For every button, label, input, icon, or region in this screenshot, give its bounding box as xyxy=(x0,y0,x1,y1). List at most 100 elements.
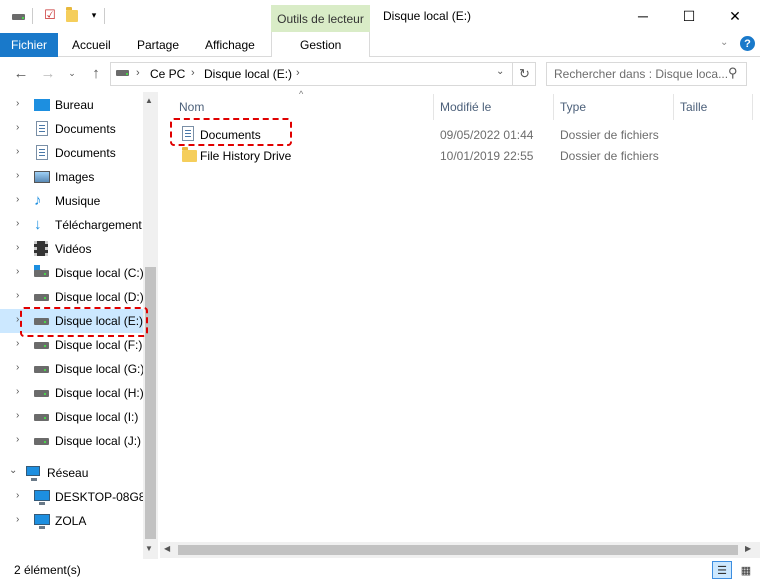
highlight-box xyxy=(20,307,148,337)
new-folder-icon[interactable] xyxy=(64,7,80,23)
scroll-left-icon[interactable]: ◀ xyxy=(164,544,170,553)
drive-icon xyxy=(34,385,50,401)
nav-item-label: Disque local (I:) xyxy=(55,410,139,424)
refresh-icon[interactable]: ↻ xyxy=(512,62,536,86)
horizontal-scrollbar-thumb[interactable] xyxy=(178,545,738,555)
documents-icon xyxy=(34,145,50,161)
drive-small-icon[interactable] xyxy=(10,7,26,23)
file-type: Dossier de fichiers xyxy=(560,149,659,163)
chevron-right-icon[interactable]: › xyxy=(16,242,26,253)
nav-item-disque-g[interactable]: › Disque local (G:) xyxy=(0,357,144,381)
nav-item-videos[interactable]: › Vidéos xyxy=(0,237,143,261)
tab-accueil[interactable]: Accueil xyxy=(72,33,111,57)
scroll-down-icon[interactable]: ▼ xyxy=(145,544,153,553)
customize-toolbar-icon[interactable]: ▾ xyxy=(86,7,102,23)
drive-icon xyxy=(34,361,50,377)
table-row[interactable]: File History Drive 10/01/2019 22:55 Doss… xyxy=(163,145,753,166)
chevron-right-icon[interactable]: › xyxy=(16,170,26,181)
toolbar-divider xyxy=(104,8,105,24)
breadcrumb-separator: › xyxy=(296,67,300,79)
search-icon[interactable]: ⚲ xyxy=(728,65,738,81)
highlight-box xyxy=(170,118,292,146)
contextual-tab-drive-tools: Outils de lecteur xyxy=(271,5,370,32)
chevron-right-icon[interactable]: › xyxy=(16,266,26,277)
nav-item-disque-d[interactable]: › Disque local (D:) xyxy=(0,285,144,309)
column-divider[interactable] xyxy=(433,94,434,120)
drive-icon xyxy=(34,433,50,449)
file-name: File History Drive xyxy=(200,149,292,163)
sort-ascending-icon: ^ xyxy=(299,89,304,99)
chevron-right-icon[interactable]: › xyxy=(16,218,26,229)
toolbar-divider xyxy=(32,8,33,24)
pictures-icon xyxy=(34,169,50,185)
nav-item-images[interactable]: › Images xyxy=(0,165,143,189)
nav-item-disque-j[interactable]: › Disque local (J:) xyxy=(0,429,143,453)
column-header-taille[interactable]: Taille xyxy=(680,96,707,118)
nav-item-disque-i[interactable]: › Disque local (I:) xyxy=(0,405,143,429)
nav-item-label: Disque local (H:) xyxy=(55,386,144,400)
chevron-right-icon[interactable]: › xyxy=(16,122,26,133)
nav-item-documents[interactable]: › Documents xyxy=(0,141,143,165)
nav-item-label: Bureau xyxy=(55,98,94,112)
details-view-icon[interactable]: ☰ xyxy=(712,561,732,579)
drive-icon xyxy=(34,409,50,425)
nav-item-telechargement[interactable]: › ↓ Téléchargement xyxy=(0,213,143,237)
breadcrumb-ce-pc[interactable]: Ce PC xyxy=(150,67,185,81)
chevron-right-icon[interactable]: › xyxy=(16,386,26,397)
scroll-right-icon[interactable]: ▶ xyxy=(745,544,751,553)
chevron-right-icon[interactable]: › xyxy=(16,290,26,301)
column-header-type[interactable]: Type xyxy=(560,96,586,118)
status-bar xyxy=(0,559,760,581)
up-arrow-icon[interactable]: ↑ xyxy=(86,62,106,84)
nav-item-label: Réseau xyxy=(47,466,89,480)
chevron-right-icon[interactable]: › xyxy=(16,490,26,501)
help-icon[interactable]: ? xyxy=(740,36,755,51)
scroll-up-icon[interactable]: ▲ xyxy=(145,96,153,105)
breadcrumb-disque-e[interactable]: Disque local (E:) xyxy=(204,67,292,81)
address-dropdown-icon[interactable]: ⌄ xyxy=(496,66,504,77)
nav-item-label: Documents xyxy=(55,146,116,160)
chevron-right-icon[interactable]: › xyxy=(16,362,26,373)
tab-affichage[interactable]: Affichage xyxy=(205,33,255,57)
chevron-right-icon[interactable]: › xyxy=(16,434,26,445)
tab-gestion[interactable]: Gestion xyxy=(300,33,341,57)
drive-icon xyxy=(34,289,50,305)
column-divider[interactable] xyxy=(673,94,674,120)
chevron-right-icon[interactable]: › xyxy=(16,338,26,349)
expand-ribbon-icon[interactable]: ⌄ xyxy=(720,37,728,48)
item-count: 2 élément(s) xyxy=(14,563,81,577)
nav-item-bureau[interactable]: › Bureau xyxy=(0,93,143,117)
nav-item-label: Documents xyxy=(55,122,116,136)
tab-partage[interactable]: Partage xyxy=(137,33,179,57)
recent-locations-icon[interactable]: ⌄ xyxy=(62,62,82,84)
forward-arrow-icon[interactable]: → xyxy=(38,62,58,84)
file-type: Dossier de fichiers xyxy=(560,128,659,142)
close-button[interactable]: ✕ xyxy=(712,0,758,32)
nav-item-musique[interactable]: › ♪ Musique xyxy=(0,189,143,213)
chevron-right-icon[interactable]: › xyxy=(16,98,26,109)
chevron-down-icon[interactable]: ⌄ xyxy=(9,465,19,476)
nav-item-reseau[interactable]: ⌄ Réseau xyxy=(0,461,143,485)
minimize-button[interactable]: ─ xyxy=(620,0,666,32)
chevron-right-icon[interactable]: › xyxy=(16,514,26,525)
nav-item-documents[interactable]: › Documents xyxy=(0,117,143,141)
column-divider[interactable] xyxy=(752,94,753,120)
chevron-right-icon[interactable]: › xyxy=(16,410,26,421)
column-header-modifie[interactable]: Modifié le xyxy=(440,96,491,118)
chevron-right-icon[interactable]: › xyxy=(16,146,26,157)
chevron-right-icon[interactable]: › xyxy=(16,194,26,205)
documents-icon xyxy=(34,121,50,137)
column-divider[interactable] xyxy=(553,94,554,120)
column-header-nom[interactable]: Nom xyxy=(179,96,204,118)
nav-item-disque-h[interactable]: › Disque local (H:) xyxy=(0,381,144,405)
properties-check-icon[interactable]: ☑ xyxy=(42,7,58,23)
maximize-button[interactable]: ☐ xyxy=(666,0,712,32)
nav-item-disque-c[interactable]: › Disque local (C:) xyxy=(0,261,144,285)
tab-fichier[interactable]: Fichier xyxy=(0,33,58,57)
large-icons-view-icon[interactable]: ▦ xyxy=(736,561,756,579)
search-placeholder: Rechercher dans : Disque loca... xyxy=(554,67,729,81)
window-title: Disque local (E:) xyxy=(383,9,472,23)
nav-item-zola[interactable]: › ZOLA xyxy=(0,509,143,533)
nav-item-desktop-08g84[interactable]: › DESKTOP-08G84 xyxy=(0,485,152,509)
back-arrow-icon[interactable]: ← xyxy=(11,62,31,84)
